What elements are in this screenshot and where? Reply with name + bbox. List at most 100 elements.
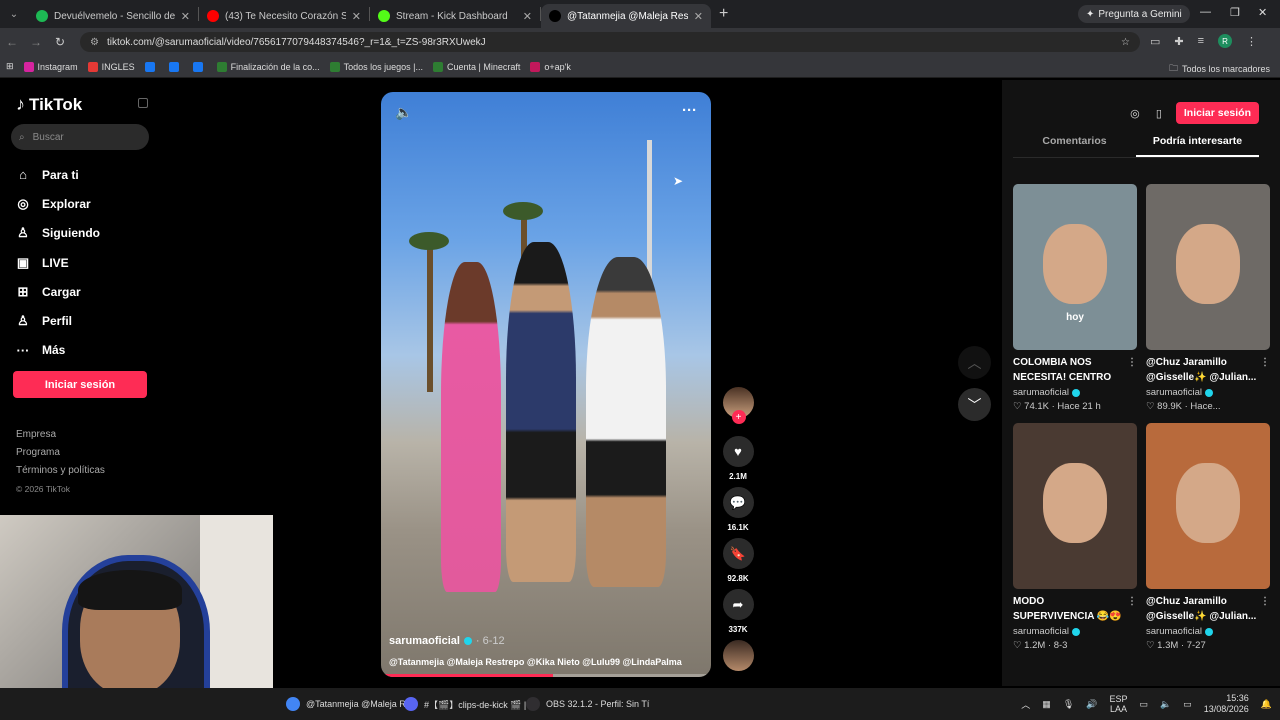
media-icon[interactable]: ≡ xyxy=(1198,35,1204,47)
site-info-icon[interactable]: ⚙ xyxy=(90,37,99,48)
taskbar-app[interactable]: #【🎬】clips-de-kick 🎬 | xyxy=(398,694,532,714)
follow-plus-icon[interactable]: + xyxy=(731,410,746,424)
minimize-icon[interactable]: — xyxy=(1200,6,1211,18)
save-action[interactable]: 🔖 92.8K xyxy=(720,538,756,583)
video-thumbnail[interactable] xyxy=(1146,423,1270,589)
video-progress-bar[interactable] xyxy=(381,674,711,677)
close-tab-icon[interactable]: ✕ xyxy=(181,10,190,23)
device-icon[interactable]: ▯ xyxy=(1152,106,1166,120)
tiktok-logo[interactable]: ♪ TikTok xyxy=(16,94,82,115)
card-title[interactable]: COLOMBIA NOS NECESITA! CENTRO D... ⋮ xyxy=(1013,355,1137,385)
card-title[interactable]: @Chuz Jaramillo @Gisselle✨ @Julian... ⋮ xyxy=(1146,594,1270,624)
tray-chevron-icon[interactable]: ︿ xyxy=(1021,698,1030,711)
battery-icon[interactable]: ▭ xyxy=(1183,699,1192,710)
bookmark-item[interactable]: Instagram xyxy=(23,61,78,72)
card-author[interactable]: sarumaoficial xyxy=(1146,626,1270,637)
recommended-video-card[interactable]: hoy COLOMBIA NOS NECESITA! CENTRO D... ⋮ sa… xyxy=(1013,184,1137,412)
coin-icon[interactable]: ◎ xyxy=(1128,106,1142,120)
card-more-icon[interactable]: ⋮ xyxy=(1127,355,1137,370)
video-options-icon[interactable]: ··· xyxy=(682,102,697,119)
search-input[interactable]: ⌕ Buscar xyxy=(11,124,149,150)
share-icon[interactable]: ➦ xyxy=(722,589,754,620)
speaker-icon[interactable]: 🔊 xyxy=(1086,699,1097,710)
menu-icon[interactable]: ⋮ xyxy=(1246,35,1257,48)
browser-tab[interactable]: Devuélvemelo - Sencillo de Bab ✕ xyxy=(28,4,198,28)
card-more-icon[interactable]: ⋮ xyxy=(1260,355,1270,370)
bookmark-item[interactable] xyxy=(192,61,207,72)
bookmark-item[interactable]: Cuenta | Minecraft xyxy=(433,61,520,72)
video-thumbnail[interactable] xyxy=(1146,184,1270,350)
card-author[interactable]: sarumaoficial xyxy=(1013,387,1137,398)
sidebar-item-parati[interactable]: ⌂ Para ti xyxy=(16,160,156,189)
bookmark-item[interactable]: o+ap'k xyxy=(530,61,571,72)
card-author[interactable]: sarumaoficial xyxy=(1013,626,1137,637)
previous-video-button[interactable]: ︿ xyxy=(958,346,991,379)
heart-icon[interactable]: ♥ xyxy=(722,436,754,467)
close-window-icon[interactable]: ✕ xyxy=(1258,6,1267,19)
recommended-video-card[interactable]: MODO SUPERVIVENCIA 😂😍 ⋮ sarumaoficial ♡ 1.2… xyxy=(1013,423,1137,651)
bookmark-star-icon[interactable]: ☆ xyxy=(1121,37,1130,48)
bookmark-item[interactable] xyxy=(168,61,183,72)
forward-icon[interactable]: → xyxy=(24,35,48,49)
close-tab-icon[interactable]: ✕ xyxy=(523,10,532,23)
cast-icon[interactable]: ▭ xyxy=(1150,35,1160,48)
recommended-video-card[interactable]: @Chuz Jaramillo @Gisselle✨ @Julian... ⋮ sa… xyxy=(1146,423,1270,651)
video-thumbnail[interactable] xyxy=(1013,423,1137,589)
sidebar-item-siguiendo[interactable]: ♙ Siguiendo xyxy=(16,219,156,248)
footer-link-empresa[interactable]: Empresa xyxy=(16,426,105,444)
card-author[interactable]: sarumaoficial xyxy=(1146,387,1270,398)
volume-icon[interactable]: 🔈 xyxy=(395,104,412,121)
card-title[interactable]: @Chuz Jaramillo @Gisselle✨ @Julian... ⋮ xyxy=(1146,355,1270,385)
comment-action[interactable]: 💬 16.1K xyxy=(720,487,756,532)
next-video-button[interactable]: ﹀ xyxy=(958,388,991,421)
footer-link-programa[interactable]: Programa xyxy=(16,444,105,462)
network-icon[interactable]: ▭ xyxy=(1139,699,1148,710)
creator-avatar[interactable]: + xyxy=(722,387,754,424)
url-field[interactable]: ⚙ tiktok.com/@sarumaoficial/video/765617… xyxy=(80,32,1140,52)
browser-tab[interactable]: (43) Te Necesito Corazón Serra ✕ xyxy=(199,4,369,28)
tab-search-icon[interactable]: ⌄ xyxy=(0,9,28,20)
bookmark-item[interactable] xyxy=(144,61,159,72)
gemini-button[interactable]: ✦ Pregunta a Gemini xyxy=(1078,5,1190,23)
reload-icon[interactable]: ↻ xyxy=(48,35,72,49)
music-disc-icon[interactable] xyxy=(722,640,754,671)
restore-icon[interactable]: ❐ xyxy=(1230,6,1240,19)
sidebar-item-ms[interactable]: ··· Más xyxy=(16,336,156,365)
sidebar-item-live[interactable]: ▣ LIVE xyxy=(16,248,156,277)
video-author[interactable]: sarumaoficial · 6-12 xyxy=(389,635,703,647)
bookmark-icon[interactable]: 🔖 xyxy=(722,538,754,569)
taskbar-app[interactable]: OBS 32.1.2 - Perfil: Sin Tí xyxy=(520,694,655,714)
volume-tray-icon[interactable]: 🔈 xyxy=(1160,699,1171,710)
new-tab-button[interactable]: + xyxy=(719,5,728,23)
like-action[interactable]: ♥ 2.1M xyxy=(720,436,756,481)
video-description[interactable]: @Tatanmejia @Maleja Restrepo @Kika Nieto… xyxy=(389,657,703,667)
taskbar-app[interactable]: @Tatanmejia @Maleja R xyxy=(280,694,412,714)
sidebar-item-explorar[interactable]: ◎ Explorar xyxy=(16,189,156,218)
bookmark-item[interactable]: Todos los juegos |... xyxy=(329,61,423,72)
sidebar-login-button[interactable]: Iniciar sesión xyxy=(13,371,147,398)
share-action[interactable]: ➦ 337K xyxy=(720,589,756,634)
language-indicator[interactable]: ESP LAA xyxy=(1109,694,1127,714)
close-tab-icon[interactable]: ✕ xyxy=(694,10,703,23)
close-tab-icon[interactable]: ✕ xyxy=(352,10,361,23)
microphone-icon[interactable]: 🎙 xyxy=(1063,699,1074,710)
header-login-button[interactable]: Iniciar sesión xyxy=(1175,102,1259,124)
tab-comentarios[interactable]: Comentarios xyxy=(1013,135,1136,157)
card-more-icon[interactable]: ⋮ xyxy=(1127,594,1137,609)
card-more-icon[interactable]: ⋮ xyxy=(1260,594,1270,609)
apps-icon[interactable]: ⊞ xyxy=(6,61,14,72)
video-player[interactable]: 🔈 ··· ➤ sarumaoficial · 6-12 @Tatanmejia… xyxy=(381,92,711,677)
bookmark-item[interactable]: Finalización de la co... xyxy=(216,61,320,72)
clock[interactable]: 15:36 13/08/2026 xyxy=(1204,693,1249,715)
browser-tab[interactable]: Stream - Kick Dashboard ✕ xyxy=(370,4,540,28)
all-bookmarks[interactable]: 🗀 Todos los marcadores xyxy=(1169,61,1270,77)
tray-app-icon[interactable]: ▦ xyxy=(1042,699,1051,710)
extensions-icon[interactable]: ✚ xyxy=(1174,35,1183,48)
tab-podria-interesarte[interactable]: Podría interesarte xyxy=(1136,135,1259,157)
notifications-icon[interactable]: 🔔 xyxy=(1261,699,1272,710)
comment-icon[interactable]: 💬 xyxy=(722,487,754,518)
browser-tab[interactable]: @Tatanmejia @Maleja Restr ✕ xyxy=(541,4,711,28)
bookmark-item[interactable]: INGLES xyxy=(87,61,135,72)
card-title[interactable]: MODO SUPERVIVENCIA 😂😍 ⋮ xyxy=(1013,594,1137,624)
recommended-video-card[interactable]: @Chuz Jaramillo @Gisselle✨ @Julian... ⋮ sa… xyxy=(1146,184,1270,412)
